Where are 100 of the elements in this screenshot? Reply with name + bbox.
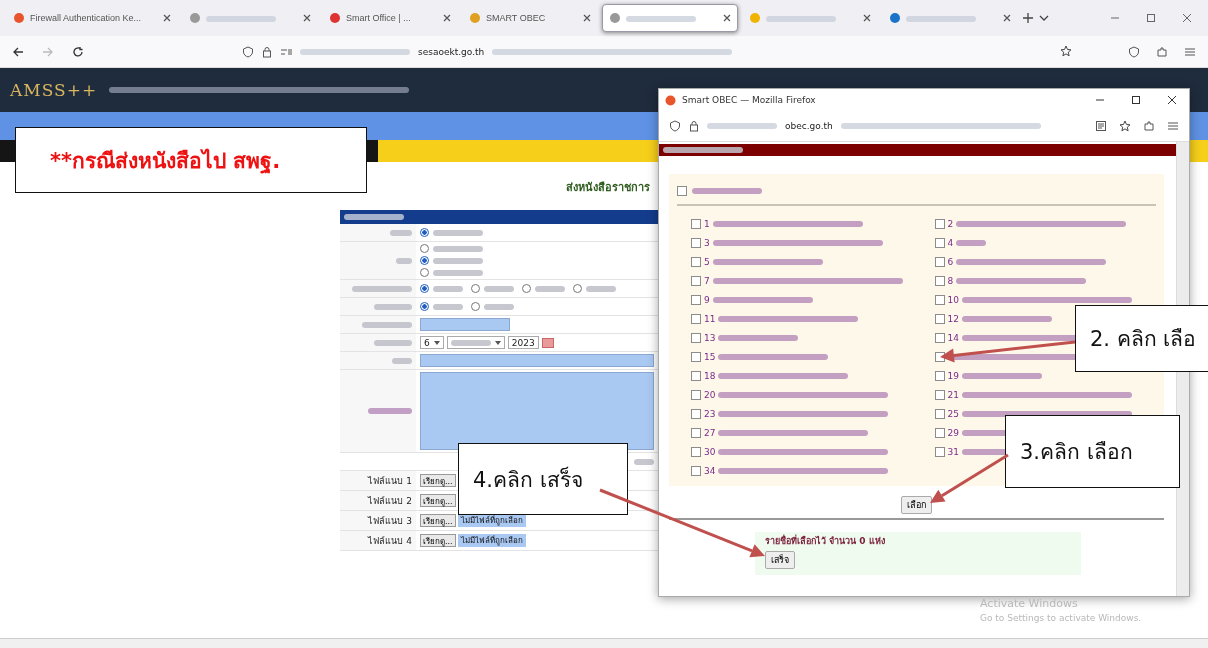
menu-icon[interactable] (1167, 120, 1179, 132)
restore-icon[interactable] (1146, 13, 1156, 23)
site-icon (609, 12, 621, 24)
checkbox[interactable] (934, 294, 945, 305)
input-field[interactable] (420, 318, 510, 331)
back-icon[interactable] (12, 45, 24, 58)
url-text: obec.go.th (785, 121, 833, 131)
field-label: ไฟล์แนบ 4 (368, 534, 412, 548)
browser-tab[interactable]: Smart Office | ... (322, 4, 458, 32)
checkbox[interactable] (691, 313, 701, 324)
radio-button[interactable] (471, 284, 480, 293)
checkbox[interactable] (691, 446, 701, 457)
permissions-icon (280, 46, 292, 57)
plus-icon[interactable] (1022, 12, 1034, 24)
checkbox[interactable] (691, 294, 701, 305)
radio-button[interactable] (420, 228, 429, 237)
done-button[interactable]: เสร็จ (765, 551, 795, 569)
checkbox[interactable] (691, 427, 701, 438)
menu-icon[interactable] (1184, 45, 1196, 58)
forward-icon[interactable] (42, 45, 54, 58)
form-title: ส่งหนังสือราชการ (565, 180, 651, 196)
browse-button[interactable]: เรียกดู... (420, 474, 456, 487)
shield-icon[interactable] (1128, 45, 1140, 58)
checkbox[interactable] (934, 332, 945, 343)
browse-button[interactable]: เรียกดู... (420, 494, 456, 507)
close-icon (583, 14, 591, 22)
checkbox[interactable] (934, 370, 945, 381)
checkbox[interactable] (691, 256, 701, 267)
extensions-icon[interactable] (1156, 45, 1168, 58)
maximize-icon[interactable] (1131, 95, 1141, 105)
close-icon[interactable] (1167, 95, 1177, 105)
item-number: 14 (947, 332, 959, 343)
select-button[interactable]: เลือก (901, 496, 932, 514)
illegible-text (396, 257, 412, 264)
text-area[interactable] (420, 372, 654, 450)
checkbox[interactable] (677, 186, 687, 196)
close-icon (723, 14, 731, 22)
browse-button[interactable]: เรียกดู... (420, 514, 456, 527)
item-number: 27 (704, 427, 716, 438)
illegible-text (586, 285, 616, 292)
checkbox[interactable] (691, 370, 701, 381)
radio-button[interactable] (420, 268, 429, 277)
radio-button[interactable] (471, 302, 480, 311)
illegible-text (484, 303, 514, 310)
checkbox[interactable] (691, 218, 701, 229)
step-callout: 4.คลิก เสร็จ (458, 443, 628, 515)
month-select[interactable] (446, 336, 505, 349)
checkbox[interactable] (691, 465, 701, 476)
site-icon (329, 12, 341, 24)
checkbox[interactable] (691, 408, 701, 419)
item-number: 8 (947, 275, 954, 286)
reload-icon[interactable] (72, 45, 84, 58)
item-number: 12 (947, 313, 959, 324)
checkbox[interactable] (691, 275, 701, 286)
year-field[interactable]: 2023 (507, 336, 539, 349)
day-select[interactable]: 6 (420, 336, 444, 349)
summary-text: รายชื่อที่เลือกไว้ จำนวน 0 แห่ง (765, 534, 885, 548)
browse-button[interactable]: เรียกดู... (420, 534, 456, 547)
radio-button[interactable] (420, 284, 429, 293)
caret-icon (494, 340, 501, 345)
illegible-text (433, 303, 463, 310)
checkbox[interactable] (934, 408, 945, 419)
browser-icon (665, 94, 676, 106)
illegible-text (374, 339, 412, 346)
item-number: 10 (947, 294, 959, 305)
field-label: ไฟล์แนบ 2 (368, 494, 412, 508)
checkbox[interactable] (934, 237, 945, 248)
radio-button[interactable] (420, 256, 429, 265)
tab-title: SMART OBEC (486, 13, 546, 23)
radio-button[interactable] (573, 284, 582, 293)
radio-button[interactable] (420, 244, 429, 253)
radio-button[interactable] (420, 302, 429, 311)
calendar-icon[interactable] (541, 337, 554, 348)
browser-tab[interactable]: SMART OBEC (462, 4, 598, 32)
checkbox[interactable] (934, 256, 945, 267)
checkbox[interactable] (934, 427, 945, 438)
reader-view-icon[interactable] (1095, 120, 1107, 132)
radio-button[interactable] (522, 284, 531, 293)
bookmark-star-icon[interactable] (1119, 120, 1131, 132)
checkbox[interactable] (934, 389, 945, 400)
item-number: 30 (704, 446, 716, 457)
checkbox[interactable] (934, 218, 945, 229)
input-field[interactable] (420, 354, 654, 367)
checkbox[interactable] (934, 275, 945, 286)
illegible-text (535, 285, 565, 292)
site-logo: AMSS++ (10, 80, 98, 100)
checkbox[interactable] (691, 389, 701, 400)
browser-tab[interactable] (602, 4, 738, 32)
checkbox[interactable] (691, 237, 701, 248)
illegible-text (433, 269, 483, 276)
checkbox[interactable] (934, 446, 945, 457)
tab-title: Smart Office | ... (346, 13, 411, 23)
extensions-icon[interactable] (1143, 120, 1155, 132)
checkbox[interactable] (934, 313, 945, 324)
checkbox[interactable] (691, 351, 701, 362)
bookmark-star-icon[interactable] (1060, 44, 1072, 57)
item-number: 7 (704, 275, 710, 286)
browser-tab[interactable]: Firewall Authentication Ke... (6, 4, 178, 32)
scrollbar[interactable] (0, 638, 1208, 648)
checkbox[interactable] (691, 332, 701, 343)
